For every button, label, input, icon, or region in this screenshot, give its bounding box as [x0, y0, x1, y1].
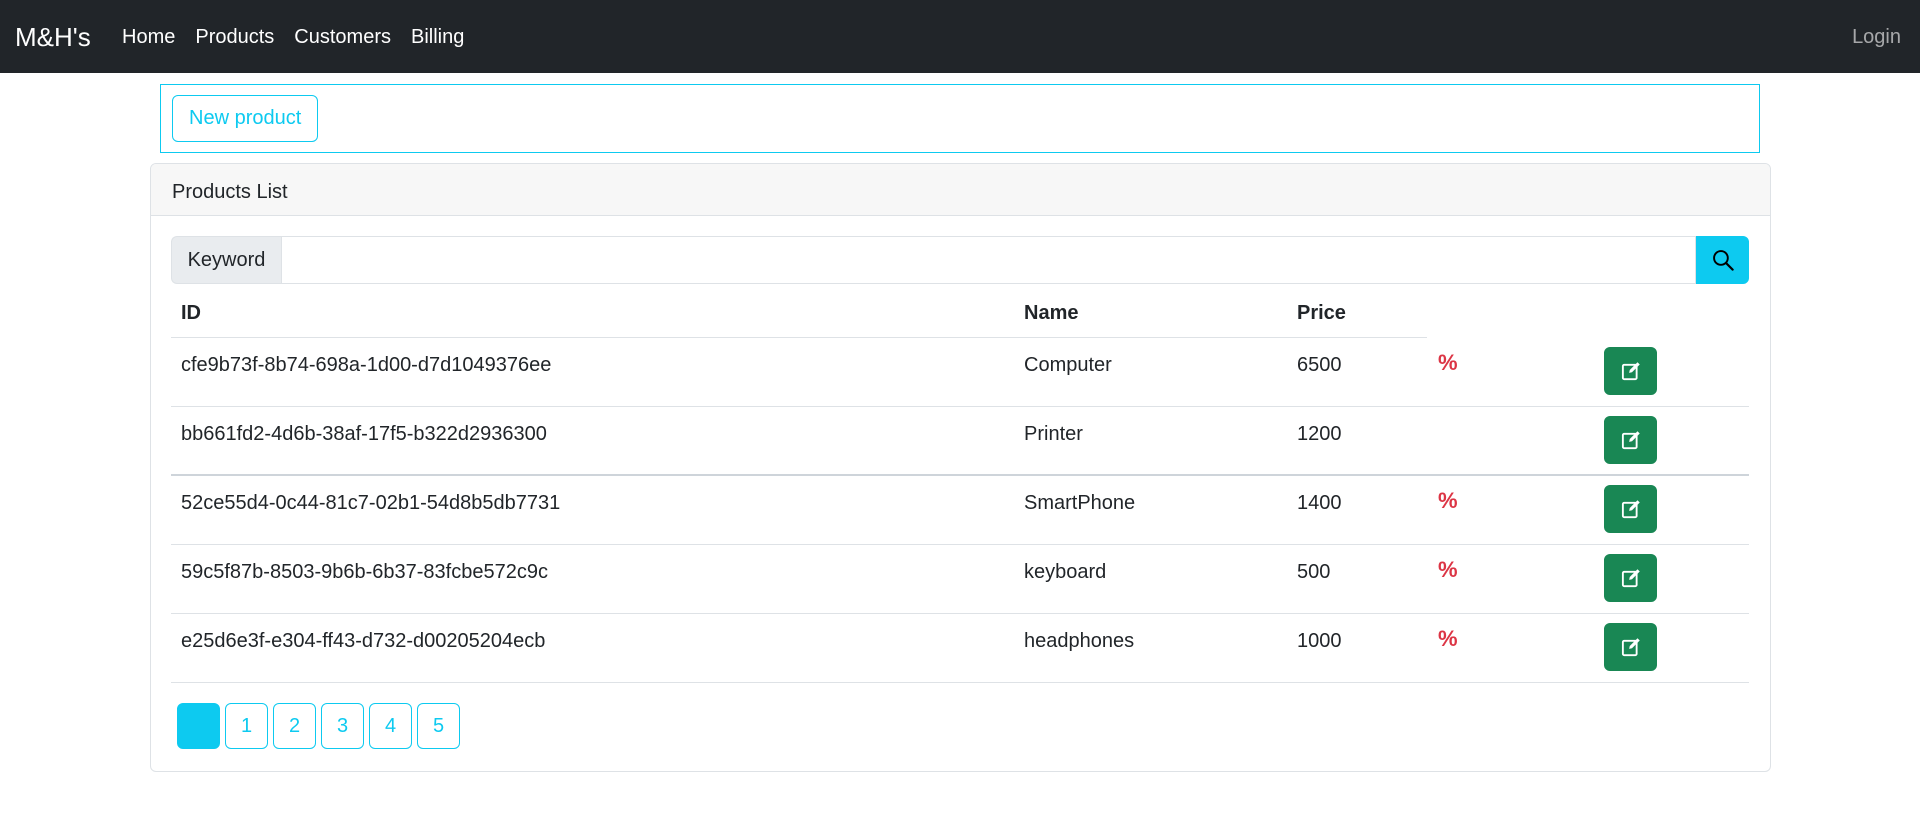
table-row: bb661fd2-4d6b-38af-17f5-b322d2936300 Pri…	[171, 407, 1749, 476]
cell-price: 1000	[1297, 630, 1342, 652]
discount-link[interactable]: %	[1438, 627, 1458, 651]
edit-icon	[1621, 569, 1640, 588]
cell-price: 500	[1297, 561, 1331, 583]
nav-link-billing[interactable]: Billing	[411, 25, 464, 49]
edit-button[interactable]	[1604, 485, 1657, 533]
cell-price: 1200	[1297, 423, 1342, 445]
cell-id: e25d6e3f-e304-ff43-d732-d00205204ecb	[181, 630, 546, 652]
page-button-3[interactable]: 3	[321, 703, 364, 749]
nav-links: Home Products Customers Billing	[122, 25, 484, 49]
cell-name: Printer	[1024, 423, 1083, 445]
edit-icon	[1621, 431, 1640, 450]
edit-button[interactable]	[1604, 623, 1657, 671]
search-label: Keyword	[171, 236, 281, 284]
table-row: 52ce55d4-0c44-81c7-02b1-54d8b5db7731 Sma…	[171, 476, 1749, 545]
header-name: Name	[1024, 302, 1079, 324]
nav-link-home[interactable]: Home	[122, 25, 175, 49]
search-icon	[1712, 250, 1734, 271]
products-card: Products List Keyword ID Name Price cfe9…	[150, 163, 1771, 772]
page-button-2[interactable]: 2	[273, 703, 316, 749]
table-row: e25d6e3f-e304-ff43-d732-d00205204ecb hea…	[171, 614, 1749, 683]
header-price: Price	[1297, 302, 1346, 324]
edit-icon	[1621, 500, 1640, 519]
nav-link-products[interactable]: Products	[195, 25, 274, 49]
discount-link[interactable]: %	[1438, 558, 1458, 582]
card-header: Products List	[151, 164, 1770, 216]
cell-price: 6500	[1297, 354, 1342, 376]
header-id: ID	[181, 302, 201, 324]
discount-link[interactable]: %	[1438, 351, 1458, 375]
page-button-1[interactable]: 1	[225, 703, 268, 749]
login-link[interactable]: Login	[1852, 25, 1901, 49]
cell-id: 52ce55d4-0c44-81c7-02b1-54d8b5db7731	[181, 492, 561, 514]
cell-id: cfe9b73f-8b74-698a-1d00-d7d1049376ee	[181, 354, 552, 376]
products-table: ID Name Price cfe9b73f-8b74-698a-1d00-d7…	[171, 289, 1749, 683]
table-row: cfe9b73f-8b74-698a-1d00-d7d1049376ee Com…	[171, 338, 1749, 407]
page-button-4[interactable]: 4	[369, 703, 412, 749]
edit-button[interactable]	[1604, 416, 1657, 464]
navbar: M&H's Home Products Customers Billing Lo…	[0, 0, 1920, 73]
edit-button[interactable]	[1604, 554, 1657, 602]
edit-icon	[1621, 362, 1640, 381]
search-input[interactable]	[281, 236, 1696, 284]
page-button-current[interactable]	[177, 703, 220, 749]
cell-name: keyboard	[1024, 561, 1107, 583]
search-group: Keyword	[171, 236, 1749, 284]
cell-price: 1400	[1297, 492, 1342, 514]
discount-link[interactable]: %	[1438, 489, 1458, 513]
cell-name: SmartPhone	[1024, 492, 1136, 514]
table-header: ID Name Price	[171, 289, 1749, 338]
cell-id: bb661fd2-4d6b-38af-17f5-b322d2936300	[181, 423, 547, 445]
edit-icon	[1621, 638, 1640, 657]
table-row: 59c5f87b-8503-9b6b-6b37-83fcbe572c9c key…	[171, 545, 1749, 614]
pagination: 1 2 3 4 5	[177, 703, 465, 749]
nav-link-customers[interactable]: Customers	[294, 25, 391, 49]
search-button[interactable]	[1696, 236, 1749, 284]
new-product-button[interactable]: New product	[172, 95, 319, 142]
cell-name: Computer	[1024, 354, 1112, 376]
cell-name: headphones	[1024, 630, 1135, 652]
edit-button[interactable]	[1604, 347, 1657, 395]
toolbar: New product	[160, 84, 1760, 153]
page-button-5[interactable]: 5	[417, 703, 460, 749]
brand-logo[interactable]: M&H's	[15, 22, 91, 52]
cell-id: 59c5f87b-8503-9b6b-6b37-83fcbe572c9c	[181, 561, 548, 583]
card-title: Products List	[172, 181, 288, 203]
